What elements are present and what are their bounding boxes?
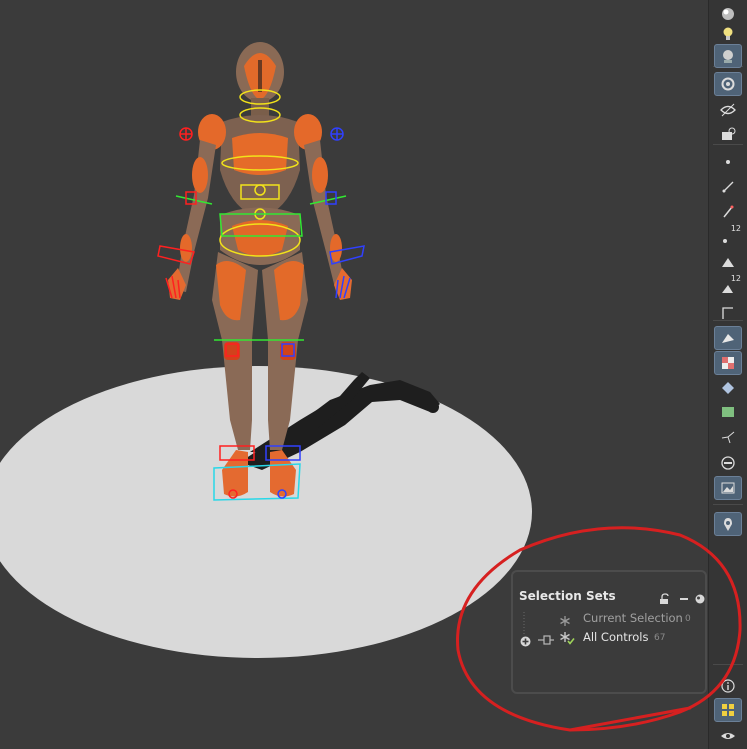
info-icon: [721, 679, 735, 693]
background-image-icon: [721, 482, 735, 494]
toolbar-button-curve-display[interactable]: [714, 175, 742, 199]
transform-handle-icon: [721, 431, 735, 444]
toolbar-button-shaded-mode[interactable]: [714, 326, 742, 350]
toolbar-button-headlight[interactable]: [714, 44, 742, 68]
toolbar-separator: [713, 504, 743, 505]
display-eye-icon: [721, 733, 735, 739]
camera-settings-icon: [721, 77, 735, 91]
layout-grid-icon: [722, 704, 734, 716]
reference-pin-icon: [724, 518, 732, 531]
set-label-all-controls: All Controls: [583, 630, 649, 644]
set-count: 67: [654, 633, 666, 643]
asterisk-check-icon: [559, 630, 575, 649]
toolbar-button-normals[interactable]: [714, 301, 742, 325]
set-label-current-selection: Current Selection: [583, 611, 683, 625]
toolbar-button-grid[interactable]: [714, 451, 742, 475]
smooth-shading-icon: [722, 382, 734, 394]
toolbar-separator: [713, 664, 743, 665]
headlight-icon: [723, 50, 733, 63]
primitive-display-icon: [722, 258, 734, 267]
add-icon[interactable]: [520, 632, 531, 651]
uv-layout-icon: [722, 407, 734, 417]
collapse-minus-icon[interactable]: [678, 590, 690, 609]
selection-set-row[interactable]: Current Selection 0: [513, 610, 705, 628]
toolbar-button-background-image[interactable]: [714, 476, 742, 500]
viewport-display-toolbar: 12 12: [708, 0, 747, 749]
light-bulb-icon: [723, 27, 733, 40]
toolbar-button-primitive-display[interactable]: [714, 250, 742, 274]
toolbar-button-reference-pin[interactable]: [714, 512, 742, 536]
camera-lock-icon: [722, 127, 736, 140]
toolbar-button-camera-lock[interactable]: [714, 122, 742, 146]
key-icon[interactable]: [538, 631, 554, 650]
toolbar-button-pen-display[interactable]: [714, 200, 742, 224]
toolbar-button-info[interactable]: [714, 674, 742, 698]
panel-title: Selection Sets: [519, 589, 616, 603]
checker-texture-icon: [722, 357, 734, 369]
lock-open-icon[interactable]: [659, 590, 671, 609]
toolbar-badge: 12: [730, 274, 741, 283]
normals-icon: [722, 307, 733, 319]
toolbar-button-point-numbers[interactable]: 12: [714, 224, 742, 250]
toolbar-button-camera-settings[interactable]: [714, 72, 742, 96]
toolbar-button-checker-texture[interactable]: [714, 351, 742, 375]
visibility-eye-icon: [720, 103, 736, 117]
toolbar-button-display-eye[interactable]: [714, 724, 742, 748]
shaded-mode-icon: [722, 334, 734, 343]
toolbar-button-primitive-numbers[interactable]: 12: [714, 274, 742, 300]
selection-sets-panel: Selection Sets Current Selection 0 All C…: [511, 570, 707, 694]
toolbar-badge: 12: [730, 224, 741, 233]
selection-set-row[interactable]: All Controls 67: [513, 629, 705, 647]
set-count: 0: [685, 614, 691, 624]
toolbar-button-visibility-eye[interactable]: [714, 98, 742, 122]
curve-display-icon: [722, 181, 734, 193]
toolbar-button-uv-layout[interactable]: [714, 400, 742, 424]
toolbar-button-light-bulb[interactable]: [714, 22, 742, 46]
options-icon[interactable]: [694, 590, 706, 609]
grid-icon: [721, 456, 735, 470]
toolbar-button-point-display[interactable]: [714, 150, 742, 174]
toolbar-button-layout-grid[interactable]: [714, 698, 742, 722]
toolbar-button-smooth-shading[interactable]: [714, 376, 742, 400]
ground-disc: [0, 366, 532, 658]
lighting-sphere-icon: [722, 8, 734, 20]
point-display-icon: [726, 160, 730, 164]
pen-display-icon: [723, 205, 734, 218]
toolbar-button-transform-handle[interactable]: [714, 425, 742, 449]
